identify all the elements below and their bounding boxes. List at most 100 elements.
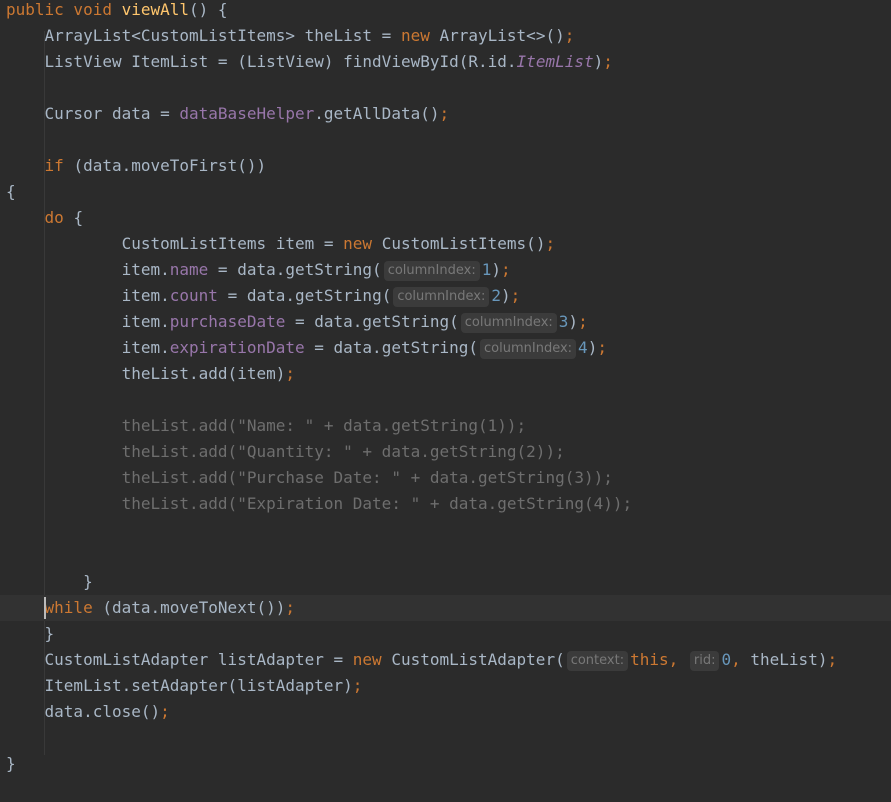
code-editor[interactable]: public void viewAll() { ArrayList<Custom…: [0, 0, 891, 802]
code-line[interactable]: theList.add("Name: " + data.getString(1)…: [0, 413, 891, 439]
code-line-current[interactable]: while (data.moveToNext());: [0, 595, 891, 621]
code-line[interactable]: [0, 75, 891, 101]
code-line[interactable]: theList.add(item);: [0, 361, 891, 387]
code-token: while: [44, 598, 103, 617]
code-token: }: [44, 624, 55, 643]
parameter-hint: columnIndex:: [393, 287, 490, 307]
code-token: CustomListItems(): [381, 234, 546, 253]
code-token: ArrayList<CustomListItems> theList =: [44, 26, 401, 45]
code-token: = data.getString(: [208, 260, 382, 279]
code-token: 3: [558, 312, 569, 331]
code-line[interactable]: [0, 387, 891, 413]
code-line[interactable]: item.name = data.getString(columnIndex: 1…: [0, 257, 891, 283]
code-token: (data.moveToFirst()): [73, 156, 267, 175]
code-token: ;: [545, 234, 556, 253]
code-token: = data.getString(: [304, 338, 479, 357]
code-token: ;: [160, 702, 170, 721]
code-line[interactable]: ArrayList<CustomListItems> theList = new…: [0, 23, 891, 49]
code-token: ;: [564, 26, 575, 45]
code-line[interactable]: public void viewAll() {: [0, 0, 891, 23]
code-token: theList.add("Name: " + data.getString(1)…: [121, 416, 527, 435]
code-token: ArrayList<>(): [439, 26, 565, 45]
code-token: theList.add(item): [121, 364, 286, 383]
code-line[interactable]: theList.add("Expiration Date: " + data.g…: [0, 491, 891, 517]
code-token: theList): [750, 650, 828, 669]
parameter-hint: columnIndex:: [460, 313, 557, 333]
code-token: }: [83, 572, 93, 591]
code-token: ;: [439, 104, 450, 123]
code-token: CustomListItems item =: [121, 234, 344, 253]
code-token: ListView ItemList = (ListView) findViewB…: [44, 52, 517, 71]
code-token: 4: [578, 338, 588, 357]
code-token: viewAll: [121, 0, 190, 19]
code-line[interactable]: theList.add("Purchase Date: " + data.get…: [0, 465, 891, 491]
code-token: expirationDate: [169, 338, 305, 357]
code-token: ;: [285, 364, 295, 383]
code-line[interactable]: if (data.moveToFirst()): [0, 153, 891, 179]
code-token: ;: [501, 260, 511, 279]
code-line[interactable]: do {: [0, 205, 891, 231]
code-token: if: [44, 156, 74, 175]
code-token: ): [587, 338, 598, 357]
code-line[interactable]: CustomListAdapter listAdapter = new Cust…: [0, 647, 891, 673]
code-token: 2: [491, 286, 501, 305]
code-token: item.: [121, 338, 170, 357]
code-token: CustomListAdapter listAdapter =: [44, 650, 353, 669]
code-token: data.close(): [44, 702, 161, 721]
code-line[interactable]: item.purchaseDate = data.getString(colum…: [0, 309, 891, 335]
code-token: Cursor data =: [44, 104, 180, 123]
code-line[interactable]: }: [0, 621, 891, 647]
code-token: dataBaseHelper: [179, 104, 315, 123]
code-line[interactable]: item.count = data.getString(columnIndex:…: [0, 283, 891, 309]
code-line[interactable]: ListView ItemList = (ListView) findViewB…: [0, 49, 891, 75]
code-token: ;: [352, 676, 363, 695]
code-line[interactable]: }: [0, 751, 891, 777]
code-token: item.: [121, 260, 170, 279]
code-line[interactable]: ItemList.setAdapter(listAdapter);: [0, 673, 891, 699]
code-line[interactable]: item.expirationDate = data.getString(col…: [0, 335, 891, 361]
code-line[interactable]: [0, 543, 891, 569]
code-token: purchaseDate: [169, 312, 286, 331]
code-token: theList.add("Purchase Date: " + data.get…: [121, 468, 613, 487]
code-token: ;: [578, 312, 588, 331]
code-line[interactable]: [0, 517, 891, 543]
code-line[interactable]: CustomListItems item = new CustomListIte…: [0, 231, 891, 257]
code-line[interactable]: data.close();: [0, 699, 891, 725]
code-line[interactable]: }: [0, 569, 891, 595]
code-token: ): [491, 260, 501, 279]
code-token: new: [400, 26, 440, 45]
code-line[interactable]: Cursor data = dataBaseHelper.getAllData(…: [0, 101, 891, 127]
code-line[interactable]: {: [0, 179, 891, 205]
code-token: }: [6, 754, 16, 773]
code-token: ,: [731, 650, 751, 669]
code-token: ItemList: [516, 52, 594, 71]
code-token: 1: [481, 260, 492, 279]
code-token: this,: [630, 650, 688, 669]
code-line[interactable]: [0, 127, 891, 153]
code-token: do: [44, 208, 74, 227]
code-line[interactable]: theList.add("Quantity: " + data.getStrin…: [0, 439, 891, 465]
code-token: ;: [597, 338, 607, 357]
code-line[interactable]: [0, 725, 891, 751]
code-token: ): [593, 52, 604, 71]
code-token: ;: [603, 52, 613, 71]
code-token: () {: [189, 0, 228, 19]
code-token: new: [343, 234, 382, 253]
